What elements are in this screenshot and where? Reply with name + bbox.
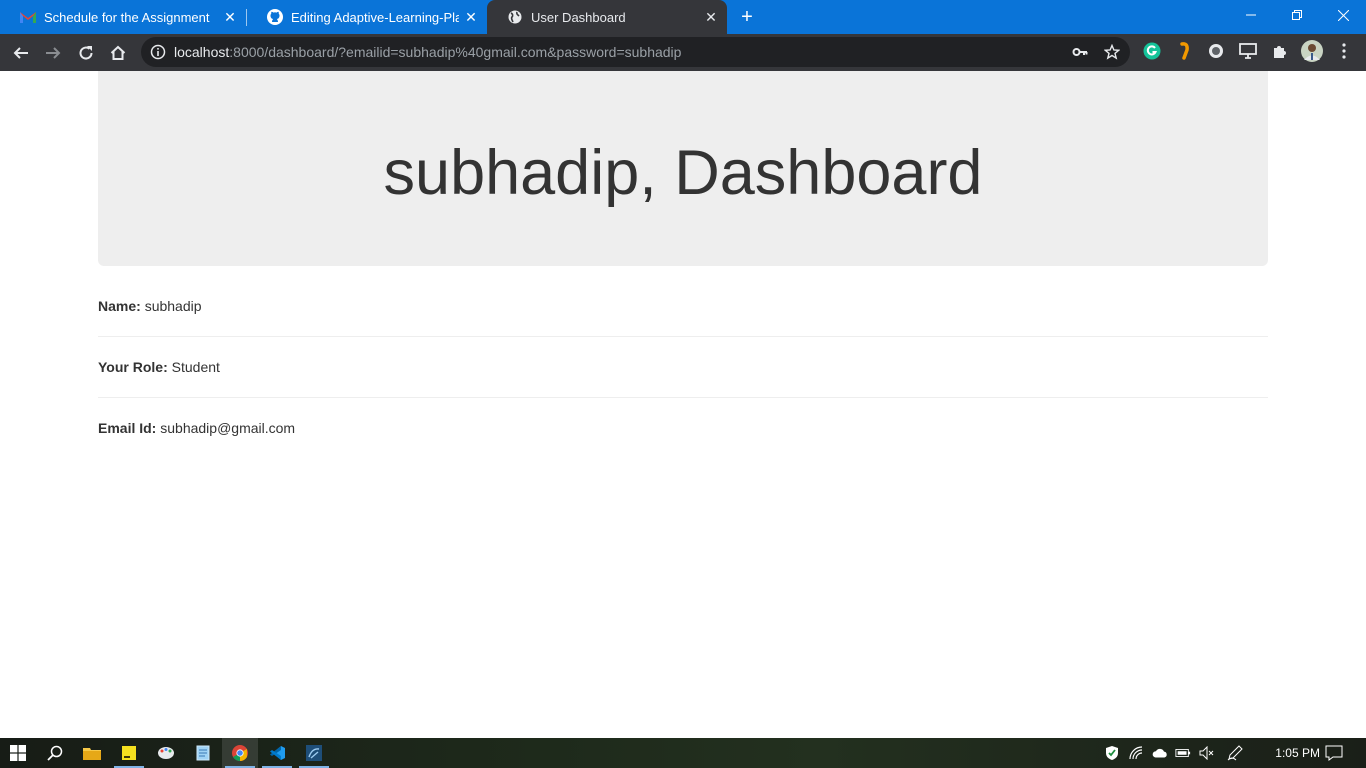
- divider: [98, 397, 1268, 398]
- tab-github[interactable]: Editing Adaptive-Learning-Platfo ✕: [247, 0, 487, 34]
- role-row: Your Role: Student: [98, 359, 220, 375]
- onedrive-icon[interactable]: [1152, 745, 1168, 761]
- tab-gmail[interactable]: Schedule for the Assignment of C ✕: [0, 0, 246, 34]
- key-icon[interactable]: [1072, 44, 1088, 60]
- close-icon[interactable]: ✕: [703, 9, 719, 25]
- divider: [98, 336, 1268, 337]
- grammarly-icon[interactable]: [1142, 41, 1162, 61]
- battery-icon[interactable]: [1175, 745, 1191, 761]
- restore-button[interactable]: [1274, 0, 1320, 30]
- paint-icon[interactable]: [148, 738, 184, 768]
- back-button[interactable]: [9, 41, 33, 65]
- tab-title: User Dashboard: [531, 9, 626, 25]
- menu-icon[interactable]: [1334, 41, 1354, 61]
- extensions-puzzle-icon[interactable]: [1270, 41, 1290, 61]
- sticky-notes-icon[interactable]: [111, 738, 147, 768]
- gmail-icon: [20, 9, 36, 25]
- record-icon[interactable]: [1206, 41, 1226, 61]
- dashboard-header: subhadip, Dashboard: [98, 71, 1268, 266]
- url-host: localhost: [174, 44, 230, 60]
- info-icon[interactable]: [150, 44, 166, 60]
- new-tab-button[interactable]: +: [737, 7, 757, 27]
- wifi-icon[interactable]: [1129, 745, 1145, 761]
- forward-button[interactable]: [41, 41, 65, 65]
- name-value: subhadip: [144, 298, 202, 314]
- taskbar-clock[interactable]: 1:05 PM: [1275, 746, 1320, 760]
- role-label: Your Role:: [98, 359, 168, 375]
- globe-icon: [507, 9, 523, 25]
- address-bar[interactable]: localhost:8000/dashboard/?emailid=subhad…: [141, 37, 1130, 67]
- file-explorer-icon[interactable]: [74, 738, 110, 768]
- url-text: localhost:8000/dashboard/?emailid=subhad…: [174, 44, 681, 60]
- security-shield-icon[interactable]: [1104, 745, 1120, 761]
- tab-title: Editing Adaptive-Learning-Platfo: [291, 9, 459, 25]
- notifications-icon[interactable]: [1325, 745, 1343, 761]
- github-icon: [267, 9, 283, 25]
- page-title: subhadip, Dashboard: [383, 138, 983, 208]
- role-value: Student: [171, 359, 220, 375]
- name-label: Name:: [98, 298, 141, 314]
- email-row: Email Id: subhadip@gmail.com: [98, 420, 295, 436]
- name-row: Name: subhadip: [98, 298, 202, 314]
- minimize-button[interactable]: [1228, 0, 1274, 30]
- browser-tab-strip: Schedule for the Assignment of C ✕ Editi…: [0, 0, 1366, 34]
- windows-taskbar: 1:05 PM: [0, 738, 1366, 768]
- volume-muted-icon[interactable]: [1199, 745, 1215, 761]
- search-icon[interactable]: [37, 738, 73, 768]
- tab-title: Schedule for the Assignment of C: [44, 9, 212, 25]
- notepad-icon[interactable]: [185, 738, 221, 768]
- home-button[interactable]: [106, 41, 130, 65]
- windows-start-icon[interactable]: [0, 738, 36, 768]
- reload-button[interactable]: [74, 41, 98, 65]
- url-path: :8000/dashboard/?emailid=subhadip%40gmai…: [229, 44, 682, 60]
- email-label: Email Id:: [98, 420, 157, 436]
- avatar[interactable]: [1301, 40, 1323, 62]
- chrome-icon[interactable]: [222, 738, 258, 768]
- email-value: subhadip@gmail.com: [160, 420, 296, 436]
- close-icon[interactable]: ✕: [463, 9, 479, 25]
- tab-user-dashboard[interactable]: User Dashboard ✕: [487, 0, 727, 34]
- pen-icon[interactable]: [1227, 745, 1243, 761]
- vscode-icon[interactable]: [259, 738, 295, 768]
- extension-orange-icon[interactable]: [1175, 41, 1195, 61]
- star-icon[interactable]: [1104, 44, 1120, 60]
- close-icon[interactable]: ✕: [222, 9, 238, 25]
- cast-icon[interactable]: [1238, 41, 1258, 61]
- close-window-button[interactable]: [1320, 0, 1366, 30]
- database-app-icon[interactable]: [296, 738, 332, 768]
